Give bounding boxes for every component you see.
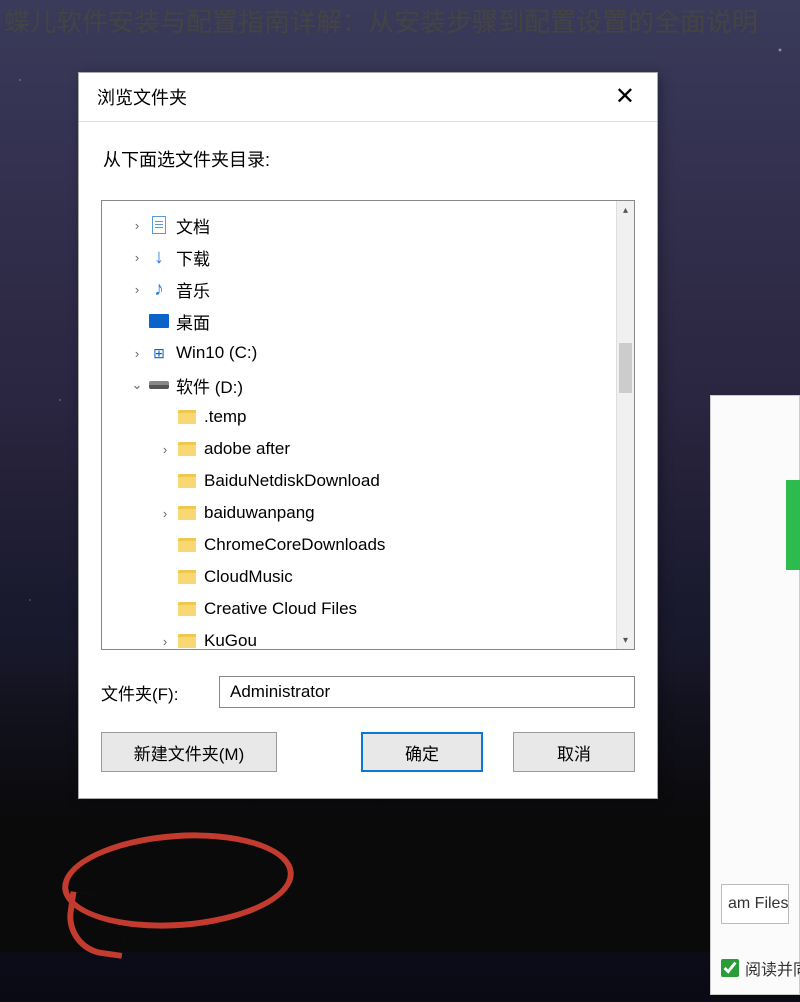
agree-checkbox[interactable] (721, 959, 739, 977)
chevron-right-icon[interactable]: › (130, 250, 144, 265)
agree-checkbox-row[interactable]: 阅读并同 (721, 956, 800, 980)
tree-item-label: BaiduNetdiskDownload (204, 471, 380, 491)
chevron-right-icon[interactable]: › (130, 218, 144, 233)
tree-scrollbar[interactable]: ▴ ▾ (616, 201, 634, 649)
scroll-track[interactable] (617, 219, 634, 631)
tree-item-label: 音乐 (176, 277, 210, 302)
dialog-title: 浏览文件夹 (97, 84, 187, 110)
tree-item-label: 下载 (176, 245, 210, 270)
scroll-up-icon[interactable]: ▴ (617, 201, 634, 219)
chevron-right-icon: · (158, 570, 172, 585)
chevron-right-icon[interactable]: › (158, 442, 172, 457)
tree-item[interactable]: · ChromeCoreDownloads (110, 529, 630, 561)
tree-item[interactable]: › adobe after (110, 433, 630, 465)
chevron-right-icon[interactable]: › (130, 346, 144, 361)
tree-item-label: Win10 (C:) (176, 343, 257, 363)
tree-item[interactable]: · 桌面 (110, 305, 630, 337)
folder-icon (176, 471, 198, 491)
chevron-right-icon: · (158, 602, 172, 617)
folder-icon (176, 631, 198, 650)
music-icon: ♪ (148, 279, 170, 299)
folder-icon (176, 599, 198, 619)
folder-icon (176, 503, 198, 523)
tree-item-label: CloudMusic (204, 567, 293, 587)
ok-button[interactable]: 确定 (361, 732, 483, 772)
tree-item-label: baiduwanpang (204, 503, 315, 523)
chevron-right-icon: · (158, 538, 172, 553)
folder-icon (176, 407, 198, 427)
tree-item-label: adobe after (204, 439, 290, 459)
folder-icon (176, 439, 198, 459)
scroll-thumb[interactable] (619, 343, 632, 393)
dialog-titlebar: 浏览文件夹 ✕ (79, 73, 657, 122)
tree-item[interactable]: › ♪ 音乐 (110, 273, 630, 305)
tree-item[interactable]: · CloudMusic (110, 561, 630, 593)
documents-icon (148, 215, 170, 235)
chevron-down-icon[interactable]: ⌄ (130, 377, 144, 393)
tree-item-label: 文档 (176, 213, 210, 238)
close-button[interactable]: ✕ (607, 83, 643, 111)
path-fragment: am Files (721, 884, 789, 924)
drive-icon (148, 375, 170, 395)
tree-item[interactable]: ⌄ 软件 (D:) (110, 369, 630, 401)
tree-item-label: 桌面 (176, 309, 210, 334)
tree-item-label: .temp (204, 407, 247, 427)
folder-tree-container: › 文档 › ↓ 下载 › ♪ 音乐 · 桌面 › ⊞ Win10 (C:) ⌄ 软件 (D:) · .temp… (101, 200, 635, 650)
scroll-down-icon[interactable]: ▾ (617, 631, 634, 649)
download-icon: ↓ (148, 247, 170, 267)
tree-item[interactable]: · Creative Cloud Files (110, 593, 630, 625)
tree-item-label: ChromeCoreDownloads (204, 535, 385, 555)
folder-tree[interactable]: › 文档 › ↓ 下载 › ♪ 音乐 · 桌面 › ⊞ Win10 (C:) ⌄ 软件 (D:) · .temp… (102, 201, 634, 650)
chevron-right-icon: · (158, 474, 172, 489)
folder-input[interactable] (219, 676, 635, 708)
chevron-right-icon[interactable]: › (158, 634, 172, 649)
tree-item[interactable]: · .temp (110, 401, 630, 433)
page-title: 蝶儿软件安装与配置指南详解：从安装步骤到配置设置的全面说明 (0, 2, 800, 39)
tree-item-label: KuGou (204, 631, 257, 650)
tree-item-label: 软件 (D:) (176, 373, 243, 398)
tree-item[interactable]: › ⊞ Win10 (C:) (110, 337, 630, 369)
green-accent (786, 480, 800, 570)
dialog-button-row: 新建文件夹(M) 确定 取消 (79, 726, 657, 798)
chevron-right-icon[interactable]: › (158, 506, 172, 521)
browse-folder-dialog: 浏览文件夹 ✕ 从下面选文件夹目录: › 文档 › ↓ 下载 › ♪ 音乐 · 桌面 › ⊞ Win10… (78, 72, 658, 799)
folder-icon (176, 535, 198, 555)
chevron-right-icon: · (130, 314, 144, 329)
desktop-icon (148, 311, 170, 331)
tree-item[interactable]: › ↓ 下载 (110, 241, 630, 273)
tree-item[interactable]: › baiduwanpang (110, 497, 630, 529)
agree-label: 阅读并同 (745, 956, 800, 980)
tree-item[interactable]: › 文档 (110, 209, 630, 241)
chevron-right-icon[interactable]: › (130, 282, 144, 297)
folder-icon (176, 567, 198, 587)
windows-drive-icon: ⊞ (148, 343, 170, 363)
dialog-instruction: 从下面选文件夹目录: (79, 122, 657, 190)
folder-name-row: 文件夹(F): (79, 672, 657, 726)
folder-label: 文件夹(F): (101, 680, 219, 705)
cancel-button[interactable]: 取消 (513, 732, 635, 772)
tree-item[interactable]: · BaiduNetdiskDownload (110, 465, 630, 497)
tree-item-label: Creative Cloud Files (204, 599, 357, 619)
chevron-right-icon: · (158, 410, 172, 425)
tree-item[interactable]: › KuGou (110, 625, 630, 650)
new-folder-button[interactable]: 新建文件夹(M) (101, 732, 277, 772)
